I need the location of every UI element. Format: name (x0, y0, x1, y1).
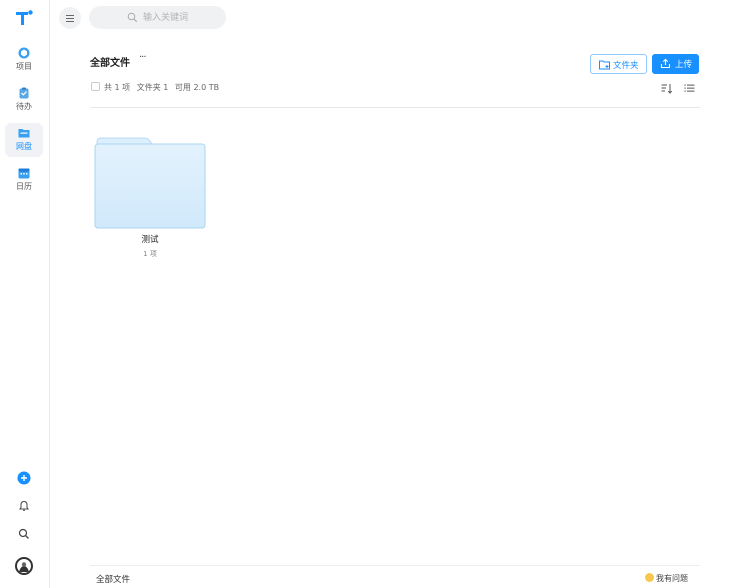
total-count: 共 1 项 (104, 83, 131, 92)
sidebar-item-label: 待办 (16, 102, 32, 111)
new-folder-button[interactable]: 文件夹 (590, 54, 647, 74)
sort-icon[interactable] (661, 83, 673, 94)
more-options-button[interactable]: ··· (139, 52, 146, 63)
folder-count: 文件夹 1 (136, 83, 169, 92)
sidebar-item-label: 网盘 (16, 142, 32, 151)
search-icon (127, 12, 138, 23)
sidebar-item-project[interactable]: 项目 (5, 43, 43, 77)
avatar-image (19, 562, 29, 572)
upload-label: 上传 (675, 60, 693, 70)
folder-name: 测试 (141, 235, 159, 245)
left-rail: 项目 待办 网盘 日历 (0, 0, 50, 588)
help-link[interactable]: 我有问题 (645, 573, 688, 584)
list-view-icon[interactable] (684, 83, 695, 93)
search-box[interactable] (89, 6, 226, 29)
sidebar-item-calendar[interactable]: 日历 (5, 163, 43, 197)
folder-add-icon (599, 60, 610, 70)
file-stats: 共 1 项 文件夹 1 可用 2.0 TB (91, 82, 223, 93)
sidebar-item-label: 日历 (16, 182, 32, 191)
new-folder-label: 文件夹 (613, 61, 639, 71)
upload-icon (660, 58, 671, 69)
menu-toggle-button[interactable] (59, 7, 81, 29)
app-logo-icon[interactable] (15, 9, 33, 27)
sidebar-item-label: 项目 (16, 62, 32, 71)
page-title: 全部文件 (90, 58, 130, 69)
add-icon[interactable] (17, 471, 31, 485)
search-input[interactable] (143, 10, 221, 25)
hamburger-line (66, 18, 74, 19)
folder-icon (94, 137, 206, 229)
breadcrumb[interactable]: 全部文件 (96, 573, 130, 585)
emoji-icon (645, 573, 654, 582)
folder-item-count: 1 项 (143, 250, 157, 258)
cube-icon (18, 47, 30, 59)
drive-icon (18, 129, 30, 138)
help-label: 我有问题 (656, 574, 688, 583)
folder-item[interactable]: 测试 1 项 (94, 136, 206, 266)
app-window: 项目 待办 网盘 日历 输入关键词 全部文件 ··· 文件夹 上传 共 1 项 … (0, 0, 732, 588)
clipboard-icon (19, 87, 29, 99)
search-icon[interactable] (17, 527, 31, 541)
footer-divider (90, 565, 700, 566)
header-divider (90, 107, 700, 108)
avatar[interactable] (15, 557, 33, 575)
upload-button[interactable]: 上传 (652, 54, 699, 74)
hamburger-line (66, 15, 74, 16)
available-space: 可用 2.0 TB (174, 83, 220, 92)
calendar-icon (18, 168, 30, 179)
sidebar-item-drive[interactable]: 网盘 (5, 123, 43, 157)
select-all-checkbox[interactable] (91, 82, 100, 91)
hamburger-line (66, 21, 74, 22)
bell-icon[interactable] (17, 499, 31, 513)
sidebar-item-todo[interactable]: 待办 (5, 83, 43, 117)
